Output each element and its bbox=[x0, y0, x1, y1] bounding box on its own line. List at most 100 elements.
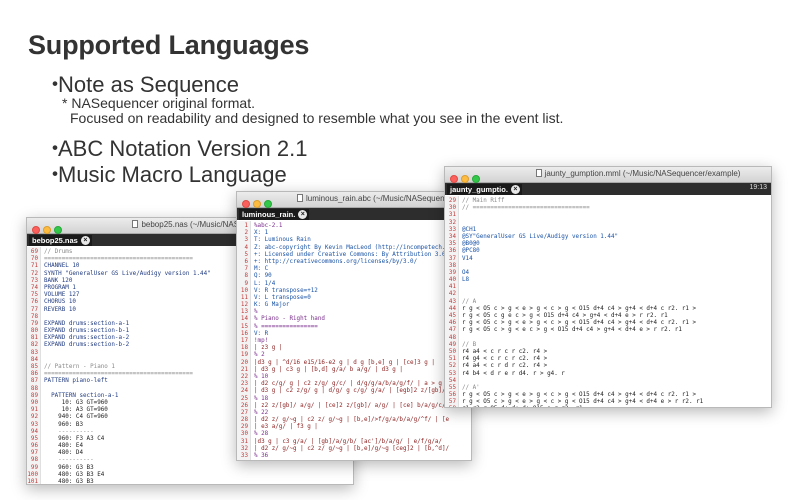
code-line: L8 bbox=[462, 277, 470, 284]
line-number: 27 bbox=[240, 409, 248, 416]
line-number: 32 bbox=[240, 445, 248, 452]
line-number: 24 bbox=[240, 388, 248, 395]
tab-bar: jaunty_gumptio. × 19:13 bbox=[445, 183, 771, 195]
code-line: 480: G3 B3 bbox=[44, 479, 94, 484]
line-number: 5 bbox=[244, 251, 248, 258]
code-line: r g < O5 c > g < e > g < c > g < O15 d+4… bbox=[462, 305, 697, 312]
line-number: 25 bbox=[240, 395, 248, 402]
code-line: Q: 90 bbox=[254, 273, 272, 280]
code-line: %abc-2.1 bbox=[254, 223, 283, 229]
code-line: r4 a4 < c r d r c2. r4 > bbox=[462, 363, 548, 370]
code-line: | d2 c/g/ g | c2 z/g/ g/c/ | d/g/g/a/b/a… bbox=[254, 381, 450, 388]
line-number: 17 bbox=[240, 338, 248, 344]
code-line: | z3 g | bbox=[254, 345, 283, 352]
code-line: | d3 g | c3 g | [b,d] g/a/ b a/g/ | d3 g… bbox=[254, 366, 403, 373]
line-number: 71 bbox=[30, 263, 38, 270]
line-number: 44 bbox=[448, 305, 456, 312]
line-number: 86 bbox=[30, 371, 38, 378]
line-number: 99 bbox=[30, 464, 38, 471]
line-number: 84 bbox=[30, 356, 38, 363]
code-line: r4 a4 < c r c r c2. r4 > bbox=[462, 348, 548, 355]
line-number: 10 bbox=[240, 287, 248, 294]
line-number: 53 bbox=[448, 370, 456, 377]
code-line: % ================ bbox=[254, 323, 318, 330]
line-number: 16 bbox=[240, 330, 248, 337]
code-line: // ================================= bbox=[462, 205, 590, 212]
line-number: 8 bbox=[244, 273, 248, 280]
code-line: !mp! bbox=[254, 338, 269, 344]
line-number: 13 bbox=[240, 309, 248, 316]
tab-bar: luminous_rain. × bbox=[237, 208, 471, 220]
line-number: 29 bbox=[448, 198, 456, 204]
line-number: 2 bbox=[244, 230, 248, 237]
code-line: % 2 bbox=[254, 352, 265, 359]
line-number: 6 bbox=[244, 258, 248, 265]
line-number: 78 bbox=[30, 313, 38, 320]
code-line: r1 r2 r O5 d+ d+ d+ O15 e r r2. r1 bbox=[462, 406, 771, 407]
tab-close-icon[interactable]: × bbox=[298, 210, 308, 219]
code-line: r g < O5 c > g < e > g < c > g < O15 d+4… bbox=[462, 392, 697, 399]
tab-luminous-rain[interactable]: luminous_rain. × bbox=[239, 209, 310, 220]
code-line: % 28 bbox=[254, 431, 269, 438]
line-number: 14 bbox=[240, 316, 248, 323]
tab-bebop25[interactable]: bebop25.nas × bbox=[29, 235, 92, 246]
code-line: V: L transpose=0 bbox=[254, 294, 311, 301]
line-number: 69 bbox=[30, 249, 38, 255]
line-number: 92 bbox=[30, 414, 38, 421]
slide-title: Supported Languages bbox=[28, 30, 310, 60]
code-line: r g < O5 c > g < e > g < c > g < O15 d+4… bbox=[462, 399, 704, 406]
line-number-gutter: 29 30 31 32 33 34 35 36 37 38 39 40 41 42 43 44 45 46 47 48… bbox=[445, 196, 459, 407]
code-line: X: 1 bbox=[254, 230, 269, 237]
line-number: 37 bbox=[448, 255, 456, 262]
tab-close-icon[interactable]: × bbox=[510, 185, 520, 194]
line-number: 94 bbox=[30, 428, 38, 435]
line-number: 28 bbox=[240, 417, 248, 424]
code-line: % 22 bbox=[254, 409, 269, 416]
code-line: r4 b4 < d r e r d4. r > g4. r bbox=[462, 370, 565, 377]
code-line: % 10 bbox=[254, 373, 269, 380]
line-number: 18 bbox=[240, 345, 248, 352]
bullet-text: Music Macro Language bbox=[58, 162, 287, 187]
line-number: 3 bbox=[244, 237, 248, 244]
bullet-marker: ・ bbox=[44, 162, 67, 187]
document-icon bbox=[132, 220, 139, 228]
tab-label: jaunty_gumptio. bbox=[450, 185, 508, 194]
title-bar[interactable]: luminous_rain.abc (~/Music/NASequencer/e… bbox=[237, 192, 471, 208]
line-number: 89 bbox=[30, 392, 38, 399]
tab-close-icon[interactable]: × bbox=[80, 236, 90, 245]
line-number: 35 bbox=[448, 241, 456, 248]
line-number: 42 bbox=[448, 291, 456, 298]
code-line: % 36 bbox=[254, 453, 269, 459]
line-number: 100 bbox=[27, 471, 38, 478]
cursor-position: 19:13 bbox=[749, 184, 767, 191]
code-area[interactable]: %abc-2.1 X: 1 T: Luminous Rain Z: abc-copyr… bbox=[254, 223, 471, 460]
code-line: r4 g4 < c r c r c2. r4 > bbox=[462, 356, 548, 363]
tab-jaunty-gumption[interactable]: jaunty_gumptio. × bbox=[447, 184, 522, 195]
code-line: % bbox=[254, 309, 258, 316]
line-number: 101 bbox=[27, 479, 38, 484]
window-title: jaunty_gumption.mml (~/Music/NASequencer… bbox=[445, 169, 771, 178]
document-icon bbox=[297, 194, 303, 202]
line-number: 90 bbox=[30, 399, 38, 406]
line-number: 57 bbox=[448, 399, 456, 406]
line-number: 91 bbox=[30, 407, 38, 414]
code-line: L: 1/4 bbox=[254, 280, 276, 287]
line-number: 43 bbox=[448, 298, 456, 305]
code-line: // A bbox=[462, 298, 477, 305]
code-line: 480: G3 B3 E4 bbox=[44, 471, 105, 478]
line-number: 52 bbox=[448, 363, 456, 370]
code-editor[interactable]: 1 2 3 4 5 6 7 8 9 10 11 12 13 14 15 16 17 18 19 20 21 22 23 24 2… bbox=[237, 221, 471, 460]
note-line-2: Focused on readability and designed to r… bbox=[70, 110, 564, 126]
line-number: 73 bbox=[30, 277, 38, 284]
editor-window-mml: jaunty_gumption.mml (~/Music/NASequencer… bbox=[444, 166, 772, 408]
title-bar[interactable]: jaunty_gumption.mml (~/Music/NASequencer… bbox=[445, 167, 771, 183]
code-editor[interactable]: 29 30 31 32 33 34 35 36 37 38 39 40 41 42 43 44 45 46 47 48… bbox=[445, 196, 771, 407]
code-area[interactable]: // Main Riff// =========================… bbox=[462, 198, 771, 407]
line-number: 1 bbox=[244, 223, 248, 229]
line-number: 26 bbox=[240, 402, 248, 409]
document-icon bbox=[535, 169, 542, 177]
line-number: 33 bbox=[448, 226, 456, 233]
code-line: // B bbox=[462, 341, 477, 348]
code-line: % 18 bbox=[254, 395, 269, 402]
